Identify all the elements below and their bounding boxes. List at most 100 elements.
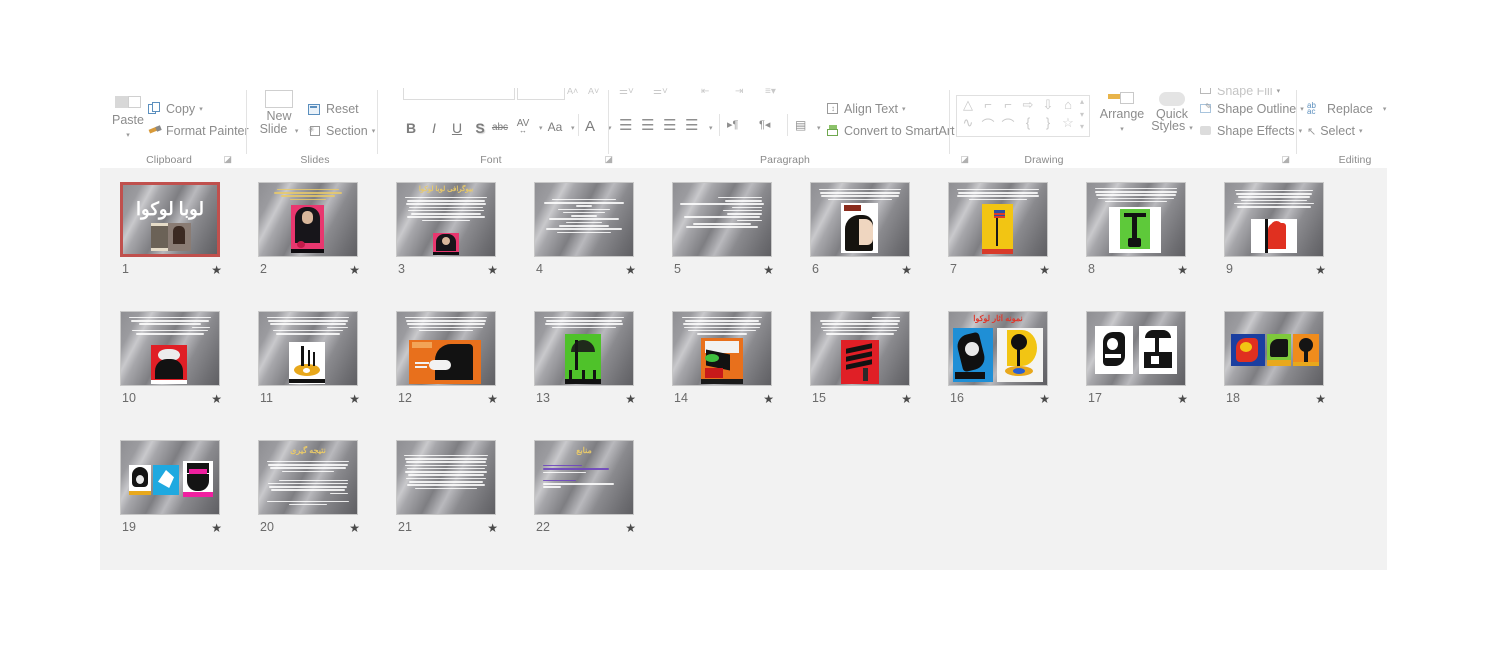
slide-thumbnail-15[interactable]: 15 ★ <box>810 311 914 412</box>
slide-thumbnail-6[interactable]: 6 ★ <box>810 182 914 283</box>
format-painter-button[interactable]: Format Painter <box>148 124 249 138</box>
replace-button[interactable]: ab ac Replace ▾ <box>1307 101 1386 116</box>
line-spacing-button[interactable]: ≡▾ <box>765 88 776 97</box>
increase-indent-button[interactable]: ⇥ <box>735 88 743 97</box>
shape-fill-button[interactable]: Shape Fill ▾ <box>1200 88 1280 98</box>
slide-thumbnail-1[interactable]: لوبا لوكوا 1 ★ <box>120 182 224 283</box>
shapes-more-icon[interactable]: ▾ <box>1077 122 1087 131</box>
paste-caret-icon[interactable]: ▾ <box>106 129 150 142</box>
slide-canvas-3[interactable]: بیوگرافی لوبا لوکوا <box>396 182 496 257</box>
slide-canvas-15[interactable] <box>810 311 910 386</box>
shape-triangle-icon[interactable]: △ <box>959 97 977 113</box>
slide-canvas-2[interactable] <box>258 182 358 257</box>
animation-star-icon[interactable]: ★ <box>211 263 222 277</box>
underline-button[interactable]: U <box>449 120 465 136</box>
shape-right-brace-icon[interactable]: } <box>1039 115 1057 130</box>
slide-canvas-18[interactable] <box>1224 311 1324 386</box>
animation-star-icon[interactable]: ★ <box>487 263 498 277</box>
slide-canvas-6[interactable] <box>810 182 910 257</box>
shape-left-brace-icon[interactable]: { <box>1019 115 1037 130</box>
shapes-gallery[interactable]: △ ⌐ ⌐ ⇨ ⇩ ⌂ ∿ ⌒ ⌒ { } ☆ ▴ ▾ ▾ <box>956 95 1090 137</box>
increase-font-size-button[interactable]: A˄ <box>567 88 578 96</box>
animation-star-icon[interactable]: ★ <box>625 392 636 406</box>
animation-star-icon[interactable]: ★ <box>625 521 636 535</box>
slide-canvas-8[interactable] <box>1086 182 1186 257</box>
animation-star-icon[interactable]: ★ <box>211 392 222 406</box>
slide-canvas-5[interactable] <box>672 182 772 257</box>
slide-canvas-11[interactable] <box>258 311 358 386</box>
slide-thumbnail-7[interactable]: 7 ★ <box>948 182 1052 283</box>
arrange-button[interactable]: Arrange ▾ <box>1096 92 1148 136</box>
slide-thumbnail-21[interactable]: 21 ★ <box>396 440 500 541</box>
slide-thumbnail-18[interactable]: 18 ★ <box>1224 311 1328 412</box>
shape-star-icon[interactable]: ☆ <box>1059 115 1077 131</box>
strikethrough-button[interactable]: abc <box>490 122 510 133</box>
convert-to-smartart-button[interactable]: Convert to SmartArt ▾ <box>827 124 962 138</box>
slide-thumbnail-9[interactable]: 9 ★ <box>1224 182 1328 283</box>
slide-thumbnail-11[interactable]: 11 ★ <box>258 311 362 412</box>
character-spacing-caret-icon[interactable]: ▾ <box>539 124 543 132</box>
new-slide-caret-icon[interactable]: ▾ <box>295 128 299 135</box>
shape-effects-button[interactable]: Shape Effects ▾ <box>1200 124 1302 138</box>
text-direction-rtl-button[interactable]: ▸¶ <box>727 118 738 131</box>
slide-thumbnail-2[interactable]: 2 ★ <box>258 182 362 283</box>
font-name-box[interactable] <box>403 88 515 100</box>
align-center-button[interactable]: ☰ <box>641 116 654 134</box>
animation-star-icon[interactable]: ★ <box>1039 392 1050 406</box>
font-dialog-launcher[interactable]: ◪ <box>604 154 613 165</box>
slide-canvas-20[interactable]: نتیجه گیری <box>258 440 358 515</box>
clipboard-dialog-launcher[interactable]: ◪ <box>223 154 232 165</box>
shape-scribble-icon[interactable]: ∿ <box>959 115 977 131</box>
font-size-box[interactable] <box>517 88 565 100</box>
animation-star-icon[interactable]: ★ <box>763 392 774 406</box>
copy-caret-icon[interactable]: ▾ <box>199 105 203 113</box>
reset-button[interactable]: Reset <box>308 102 359 116</box>
select-button[interactable]: ↖ Select ▾ <box>1307 124 1362 138</box>
animation-star-icon[interactable]: ★ <box>763 263 774 277</box>
paste-button[interactable]: Paste ▾ <box>106 96 150 142</box>
quick-styles-caret-icon[interactable]: ▾ <box>1189 125 1193 132</box>
shape-fill-caret-icon[interactable]: ▾ <box>1277 88 1281 95</box>
slide-thumbnail-3[interactable]: بیوگرافی لوبا لوکوا 3 ★ <box>396 182 500 283</box>
section-button[interactable]: ✳ Section ▾ <box>308 124 375 138</box>
shape-curve-icon[interactable]: ⌒ <box>999 115 1017 134</box>
slide-canvas-4[interactable] <box>534 182 634 257</box>
slide-canvas-14[interactable] <box>672 311 772 386</box>
copy-button[interactable]: Copy ▾ <box>148 102 203 116</box>
text-direction-ltr-button[interactable]: ¶◂ <box>759 118 770 131</box>
change-case-caret-icon[interactable]: ▾ <box>571 124 575 132</box>
slide-canvas-21[interactable] <box>396 440 496 515</box>
change-case-button[interactable]: Aa <box>545 120 565 134</box>
bullets-button[interactable]: ☰˅ <box>619 88 634 97</box>
shape-effects-caret-icon[interactable]: ▾ <box>1299 127 1303 135</box>
slide-thumbnail-14[interactable]: 14 ★ <box>672 311 776 412</box>
slide-canvas-1[interactable]: لوبا لوكوا <box>120 182 220 257</box>
slide-canvas-16[interactable]: نمونه آثار لوکوا <box>948 311 1048 386</box>
animation-star-icon[interactable]: ★ <box>487 392 498 406</box>
slide-thumbnail-10[interactable]: 10 ★ <box>120 311 224 412</box>
shape-outline-button[interactable]: ✎ Shape Outline ▾ <box>1200 102 1304 116</box>
decrease-font-size-button[interactable]: A˅ <box>588 88 599 96</box>
columns-button[interactable]: ▤ <box>795 118 806 132</box>
arrange-caret-icon[interactable]: ▾ <box>1096 123 1148 136</box>
new-slide-button[interactable]: New Slide ▾ <box>255 90 303 138</box>
animation-star-icon[interactable]: ★ <box>901 392 912 406</box>
font-color-button[interactable]: A <box>582 118 598 135</box>
slide-canvas-9[interactable] <box>1224 182 1324 257</box>
animation-star-icon[interactable]: ★ <box>1177 263 1188 277</box>
slide-thumbnail-16[interactable]: نمونه آثار لوکوا 16 ★ <box>948 311 1052 412</box>
slide-thumbnail-17[interactable]: 17 ★ <box>1086 311 1190 412</box>
justify-button[interactable]: ☰ <box>685 116 698 134</box>
align-text-button[interactable]: ↕ Align Text ▾ <box>827 102 905 116</box>
slide-thumbnail-12[interactable]: 12 ★ <box>396 311 500 412</box>
columns-caret-icon[interactable]: ▾ <box>817 124 821 132</box>
align-left-button[interactable]: ☰ <box>619 116 632 134</box>
animation-star-icon[interactable]: ★ <box>1177 392 1188 406</box>
section-caret-icon[interactable]: ▾ <box>372 127 376 135</box>
slide-thumbnail-20[interactable]: نتیجه گیری 20 ★ <box>258 440 362 541</box>
character-spacing-button[interactable]: AV ↔ <box>513 118 533 135</box>
text-shadow-button[interactable]: S <box>472 120 488 136</box>
align-text-caret-icon[interactable]: ▾ <box>902 105 906 113</box>
slide-canvas-22[interactable]: منابع <box>534 440 634 515</box>
animation-star-icon[interactable]: ★ <box>349 392 360 406</box>
